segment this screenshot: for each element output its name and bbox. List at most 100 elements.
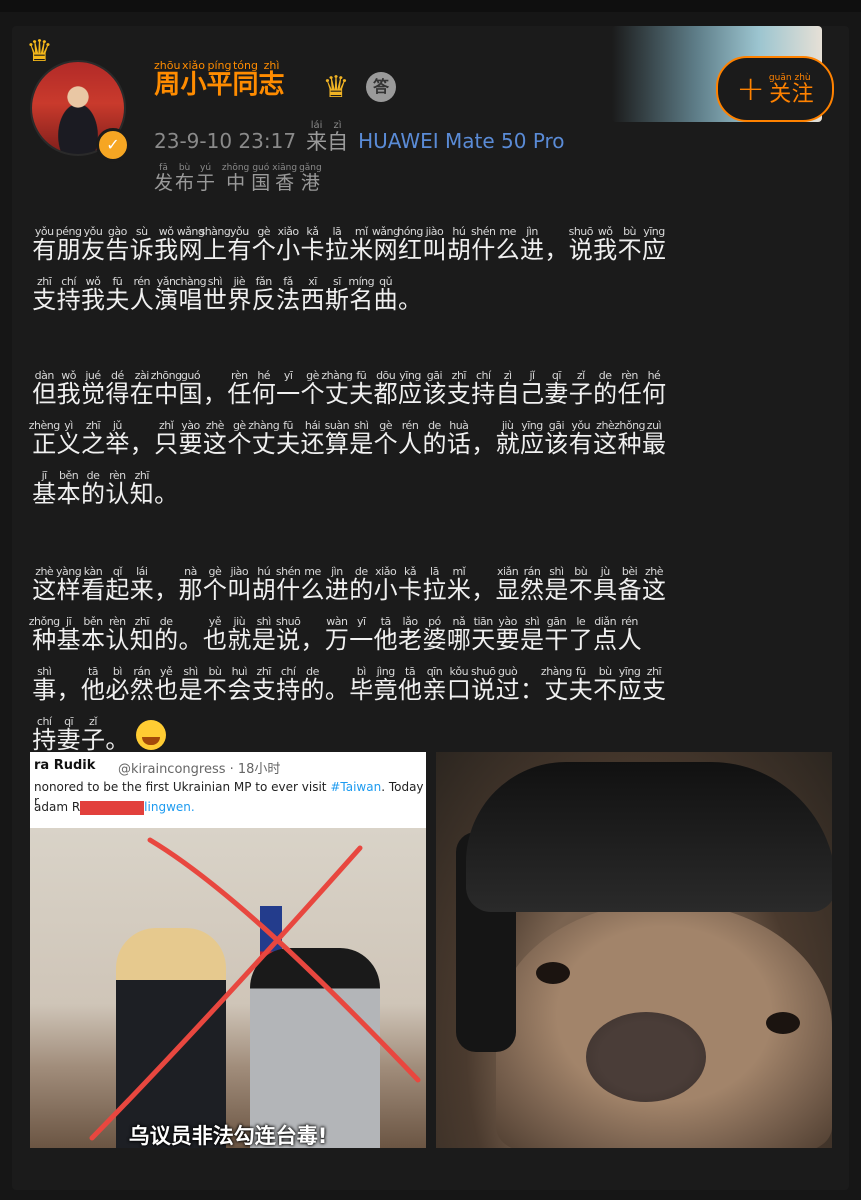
text-char: shuō 说	[568, 225, 594, 264]
text-char: huì 会	[227, 665, 252, 704]
text-char: ，	[154, 576, 179, 604]
text-char: hé 何	[251, 369, 276, 408]
text-char: jiào 叫	[227, 565, 252, 604]
text-char: yào 要	[178, 419, 203, 458]
tweet-author: ra Rudik	[34, 758, 96, 773]
text-char: 。	[398, 286, 423, 314]
text-char: de 的	[349, 565, 374, 604]
text-char: lǎo 老	[398, 615, 423, 654]
post-paragraph-2: dàn 但 wǒ 我 jué 觉 dé 得 zài 在 zhōng 中 guó 国 ， rèn 任 hé 何 yī 一…	[28, 356, 832, 508]
crown-icon: ♛	[26, 34, 53, 69]
text-char: de 的	[300, 665, 325, 704]
vip-crown-badge-icon[interactable]: ♛	[316, 72, 356, 104]
text-char: rèn 认	[105, 469, 130, 508]
text-char: zì 自	[495, 369, 520, 408]
text-char: zhàng 丈	[540, 665, 572, 704]
text-char: rén 人	[398, 419, 423, 458]
text-char: de 的	[422, 419, 447, 458]
tweet-header: ra Rudik @kiraincongress · 18小时 nonored …	[30, 752, 426, 828]
text-char: xiǎn 显	[495, 565, 520, 604]
text-char: zhǒng 种	[28, 615, 60, 654]
text-char: chí 持	[276, 665, 301, 704]
text-char: shì 是	[349, 419, 374, 458]
text-char: bì 毕	[349, 665, 374, 704]
text-char: chàng 唱	[174, 275, 207, 314]
text-char: zuì 最	[641, 419, 666, 458]
text-char: xī 西	[300, 275, 325, 314]
post-location: fā 发 bù 布 yú 于 zhōng 中 guó 国 xiāng 香 gǎng 港	[154, 162, 322, 193]
text-char: gào 告	[105, 225, 130, 264]
text-char: guó 国	[178, 369, 203, 408]
text-char: yīng 应	[398, 369, 423, 408]
text-char: me 么	[495, 225, 520, 264]
text-char: zhèng 正	[28, 419, 60, 458]
text-char: jìng 竟	[373, 665, 398, 704]
text-char: tā 他	[373, 615, 398, 654]
username-char: píng 平	[206, 59, 233, 100]
text-char: shén 什	[471, 225, 496, 264]
location-char: guó 国	[251, 163, 271, 194]
text-char: wǎng 网	[371, 225, 400, 264]
location-char: yú 于	[196, 163, 216, 194]
text-char: jǐ 己	[520, 369, 544, 408]
text-char: sī 斯	[324, 275, 349, 314]
post-paragraph-1: yǒu 有 péng 朋 yǒu 友 gào 告 sù 诉 wǒ 我 wǎng 网 shàng 上 yǒu 有 gè…	[32, 212, 832, 314]
username[interactable]: zhōu 周 xiǎo 小 píng 平 tóng 同 zhì 志	[154, 59, 285, 100]
text-char: jiè 界	[227, 275, 252, 314]
avatar-container[interactable]: ♛ ✓	[20, 34, 130, 162]
medal-badge-icon[interactable]: 答	[366, 72, 396, 102]
text-char: rèn 任	[227, 369, 252, 408]
dog-nose	[586, 1012, 706, 1102]
text-char: qǐ 起	[105, 565, 130, 604]
text-char: yīng 应	[641, 225, 666, 264]
text-char: ，	[202, 380, 227, 408]
text-char: gè 个	[373, 419, 398, 458]
source-char: zì 自	[327, 120, 349, 154]
text-char: zhī 知	[129, 469, 154, 508]
text-char: yīng 应	[617, 665, 642, 704]
text-char: rén 人	[129, 275, 154, 314]
text-char: rèn 任	[617, 369, 642, 408]
text-char: qǔ 曲	[373, 275, 398, 314]
text-char: fǎn 反	[251, 275, 276, 314]
text-char: hóng 红	[397, 225, 423, 264]
tweet-hashtag: #Taiwan	[330, 780, 382, 794]
text-char: 。	[154, 480, 179, 508]
text-char: de 的	[154, 615, 179, 654]
text-char: gāi 该	[544, 419, 569, 458]
text-char: kǎ 卡	[398, 565, 423, 604]
text-char: bù 不	[593, 665, 618, 704]
text-char: lái 来	[129, 565, 154, 604]
text-char: shì 世	[202, 275, 227, 314]
laugh-cry-emoji-icon	[135, 720, 166, 750]
text-char: bù 不	[202, 665, 227, 704]
follow-button[interactable]: + guān 关 zhù 注	[716, 56, 834, 122]
text-char: fū 夫	[276, 419, 301, 458]
text-char: huà 话	[446, 419, 471, 458]
text-char: zhè 这	[32, 565, 57, 604]
text-char: bù 不	[568, 565, 593, 604]
text-char: gè 个	[202, 565, 227, 604]
text-char: tiān 天	[471, 615, 496, 654]
text-char: ，	[129, 430, 154, 458]
text-char: jìn 进	[520, 225, 544, 264]
follow-char: zhù 注	[791, 73, 814, 107]
text-char: bèi 备	[617, 565, 642, 604]
redaction-mark	[80, 800, 145, 815]
text-char: fū 夫	[105, 275, 130, 314]
text-char: shì 是	[520, 615, 544, 654]
text-char: guò 过	[495, 665, 520, 704]
source-label: lái 来 zì 自	[306, 120, 348, 153]
text-char: zhè 这	[641, 565, 666, 604]
text-line: jī 基 běn 本 de 的 rèn 认 zhī 知 。	[32, 456, 832, 508]
device-link[interactable]: HUAWEI Mate 50 Pro	[358, 129, 564, 153]
text-char: zhī 支	[251, 665, 276, 704]
post-image-tweet-screenshot[interactable]: ra Rudik @kiraincongress · 18小时 nonored …	[30, 752, 426, 1148]
text-char: suàn 算	[324, 419, 350, 458]
post-image-dog-with-wig[interactable]	[436, 752, 832, 1148]
text-char: dàn 但	[32, 369, 57, 408]
text-char: jī 基	[56, 615, 81, 654]
username-char: zhōu 周	[154, 59, 181, 100]
text-char: dōu 都	[373, 369, 398, 408]
username-char: zhì 志	[258, 59, 285, 100]
